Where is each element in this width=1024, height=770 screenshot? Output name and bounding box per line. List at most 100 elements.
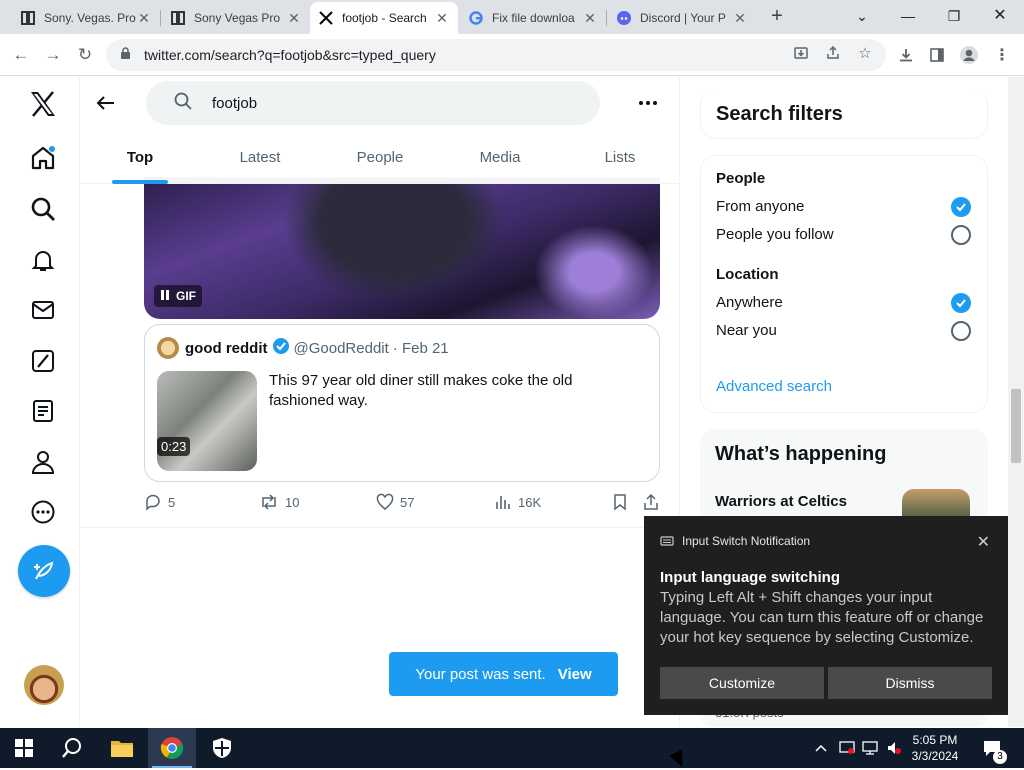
quote-header: good reddit @GoodReddit · Feb 21 xyxy=(157,337,449,359)
advanced-search-link[interactable]: Advanced search xyxy=(716,378,832,395)
close-icon[interactable]: ✕ xyxy=(136,10,152,27)
new-tab-button[interactable]: + xyxy=(766,6,788,28)
post-gif-media[interactable]: GIF xyxy=(144,177,660,319)
maximize-button[interactable]: ❐ xyxy=(934,4,974,30)
search-input[interactable]: footjob xyxy=(146,81,600,125)
post-button[interactable] xyxy=(18,545,70,597)
verified-badge-icon xyxy=(272,337,290,359)
start-button[interactable] xyxy=(0,728,48,768)
near-you-radio[interactable] xyxy=(951,321,971,341)
anywhere-radio[interactable] xyxy=(951,293,971,313)
pause-icon xyxy=(160,289,170,304)
share-icon[interactable] xyxy=(820,40,846,66)
back-arrow-icon[interactable] xyxy=(94,91,118,115)
show-hidden-icons[interactable] xyxy=(814,728,828,768)
bell-icon[interactable] xyxy=(18,235,68,285)
browser-tab[interactable]: Discord | Your P ✕ xyxy=(608,2,756,34)
people-you-follow-option[interactable]: People you follow xyxy=(716,226,834,243)
file-explorer-button[interactable] xyxy=(98,728,146,768)
bookmark-button[interactable] xyxy=(612,493,628,511)
anywhere-option[interactable]: Anywhere xyxy=(716,294,783,311)
profile-nav-icon[interactable] xyxy=(18,437,68,487)
quote-handle[interactable]: @GoodReddit xyxy=(294,340,389,357)
back-button[interactable]: ← xyxy=(8,42,34,68)
tab-latest[interactable]: Latest xyxy=(200,135,320,184)
reply-button[interactable]: 5 xyxy=(144,493,175,511)
customize-button[interactable]: Customize xyxy=(660,667,824,699)
volume-icon[interactable] xyxy=(886,728,902,768)
page-scrollbar[interactable] xyxy=(1008,77,1024,727)
post-actions: 5 10 57 16K xyxy=(144,493,660,517)
gif-badge[interactable]: GIF xyxy=(154,285,202,307)
tab-title: Discord | Your P xyxy=(640,11,726,25)
quoted-post[interactable]: good reddit @GoodReddit · Feb 21 0:23 Th… xyxy=(144,324,660,482)
browser-tab[interactable]: Fix file downloa ✕ xyxy=(460,2,606,34)
account-avatar[interactable] xyxy=(24,665,64,705)
profile-icon[interactable] xyxy=(956,42,982,68)
shield-icon xyxy=(213,738,231,758)
browser-tab-active[interactable]: footjob - Search ✕ xyxy=(310,2,458,34)
explore-icon[interactable] xyxy=(18,184,68,234)
download-icon[interactable] xyxy=(893,42,919,68)
mail-icon[interactable] xyxy=(18,285,68,335)
notification-close-icon[interactable]: ✕ xyxy=(977,532,990,552)
windows-notification: Input Switch Notification ✕ Input langua… xyxy=(644,516,1008,715)
near-you-option[interactable]: Near you xyxy=(716,322,777,339)
close-icon[interactable]: ✕ xyxy=(286,10,302,27)
scrollbar-thumb[interactable] xyxy=(1011,389,1021,463)
window-close-button[interactable]: ✕ xyxy=(980,4,1020,30)
gif-figure xyxy=(264,177,524,317)
from-anyone-radio[interactable] xyxy=(951,197,971,217)
chrome-taskbar-button[interactable] xyxy=(148,728,196,768)
video-thumbnail[interactable] xyxy=(157,371,257,471)
trend-item[interactable]: Warriors at Celtics xyxy=(715,493,847,510)
chrome-menu-icon[interactable]: ⋮ xyxy=(989,42,1015,68)
from-anyone-option[interactable]: From anyone xyxy=(716,198,804,215)
forward-button[interactable]: → xyxy=(40,42,66,68)
security-app-button[interactable] xyxy=(198,728,246,768)
browser-tab[interactable]: Sony. Vegas. Pro ✕ xyxy=(12,2,160,34)
grok-icon[interactable] xyxy=(18,336,68,386)
quote-author-name[interactable]: good reddit xyxy=(185,340,268,357)
side-panel-icon[interactable] xyxy=(924,42,950,68)
lists-icon[interactable] xyxy=(18,386,68,436)
share-button[interactable] xyxy=(642,493,660,511)
tab-lists[interactable]: Lists xyxy=(560,135,679,184)
close-icon[interactable]: ✕ xyxy=(434,10,450,27)
like-button[interactable]: 57 xyxy=(376,493,414,511)
people-you-follow-radio[interactable] xyxy=(951,225,971,245)
gif-label: GIF xyxy=(176,289,196,303)
tray-icon-1[interactable] xyxy=(838,728,856,768)
views-button[interactable]: 16K xyxy=(494,493,541,511)
browser-tab[interactable]: Sony Vegas Pro ✕ xyxy=(162,2,310,34)
dismiss-button[interactable]: Dismiss xyxy=(828,667,992,699)
feather-icon xyxy=(34,561,54,580)
folder-icon xyxy=(111,741,133,757)
home-icon[interactable] xyxy=(18,133,68,183)
tab-people[interactable]: People xyxy=(320,135,440,184)
repost-button[interactable]: 10 xyxy=(259,493,299,511)
system-clock[interactable]: 5:05 PM 3/3/2024 xyxy=(906,732,964,764)
network-icon[interactable] xyxy=(862,728,880,768)
toast-view-link[interactable]: View xyxy=(558,666,592,683)
x-logo-icon[interactable] xyxy=(18,79,68,129)
taskbar-search-button[interactable] xyxy=(48,728,96,768)
tab-media[interactable]: Media xyxy=(440,135,560,184)
reload-button[interactable]: ↻ xyxy=(72,42,98,68)
address-bar[interactable]: twitter.com/search?q=footjob&src=typed_q… xyxy=(106,39,886,71)
quote-date: · Feb 21 xyxy=(392,339,449,357)
toast-message: Your post was sent. xyxy=(415,665,546,683)
search-filters-panel: People From anyone People you follow Loc… xyxy=(700,155,988,413)
reply-icon xyxy=(146,494,160,511)
more-circle-icon[interactable] xyxy=(18,487,68,537)
more-options-icon[interactable] xyxy=(638,93,658,118)
close-icon[interactable]: ✕ xyxy=(732,10,748,27)
minimize-button[interactable]: — xyxy=(888,4,928,30)
bookmark-star-icon[interactable]: ☆ xyxy=(852,40,878,66)
quote-avatar[interactable] xyxy=(157,337,179,359)
install-app-icon[interactable] xyxy=(788,40,814,66)
tab-top[interactable]: Top xyxy=(80,135,200,184)
tab-search-button[interactable]: ⌄ xyxy=(842,4,882,30)
notification-count-badge: 3 xyxy=(993,750,1007,764)
close-icon[interactable]: ✕ xyxy=(582,10,598,27)
